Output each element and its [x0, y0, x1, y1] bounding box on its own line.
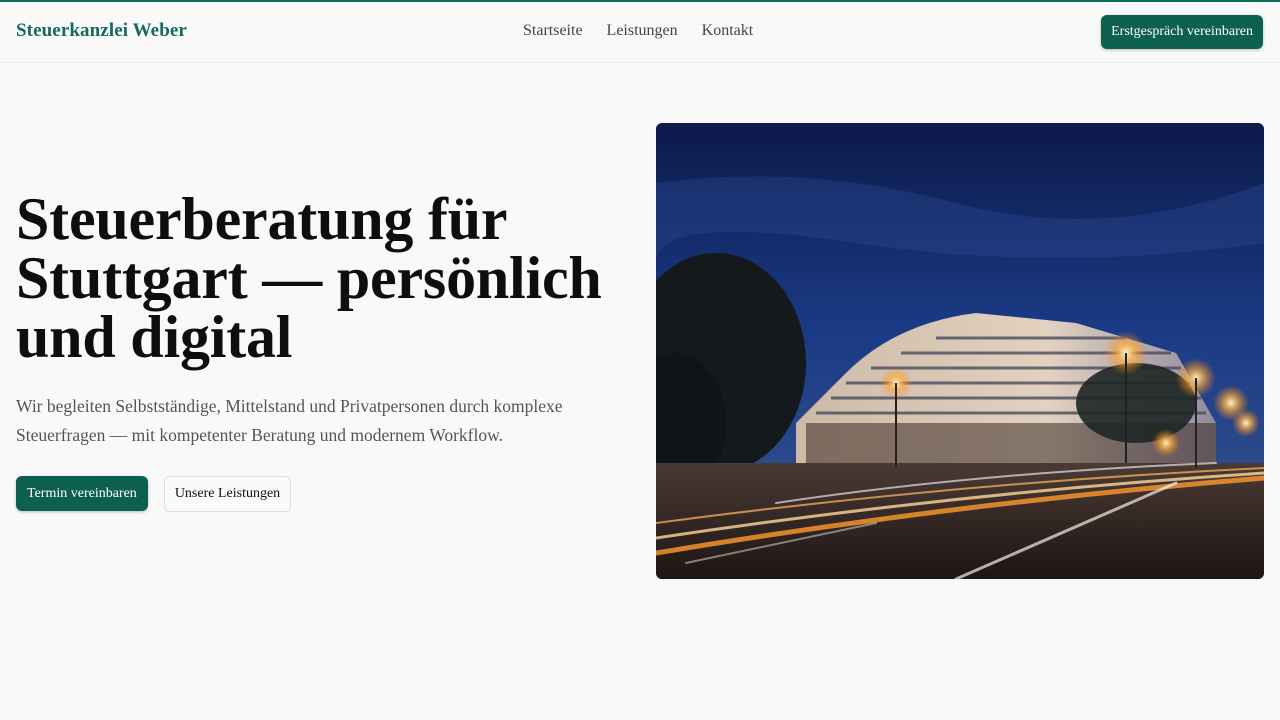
- brand-logo[interactable]: Steuerkanzlei Weber: [16, 20, 187, 42]
- hero-actions: Termin vereinbaren Unsere Leistungen: [16, 476, 292, 512]
- nav-item-kontakt[interactable]: Kontakt: [702, 22, 754, 40]
- hero-title: Steuerberatung für Stuttgart — persönlic…: [16, 186, 602, 370]
- main-nav: Startseite Leistungen Kontakt: [523, 22, 753, 40]
- nav-item-startseite[interactable]: Startseite: [523, 22, 583, 40]
- book-appointment-button[interactable]: Termin vereinbaren: [16, 476, 148, 511]
- hero-lede: Wir begleiten Selbstständige, Mittelstan…: [16, 396, 563, 445]
- book-consultation-button[interactable]: Erstgespräch vereinbaren: [1101, 15, 1263, 49]
- services-button[interactable]: Unsere Leistungen: [163, 476, 292, 512]
- city-night-photo: [656, 123, 1264, 579]
- site-header: Steuerkanzlei Weber Startseite Leistunge…: [0, 2, 1280, 63]
- nav-item-leistungen[interactable]: Leistungen: [607, 22, 678, 40]
- hero-section: Steuerberatung für Stuttgart — persönlic…: [16, 186, 636, 450]
- hero-image: [656, 123, 1264, 579]
